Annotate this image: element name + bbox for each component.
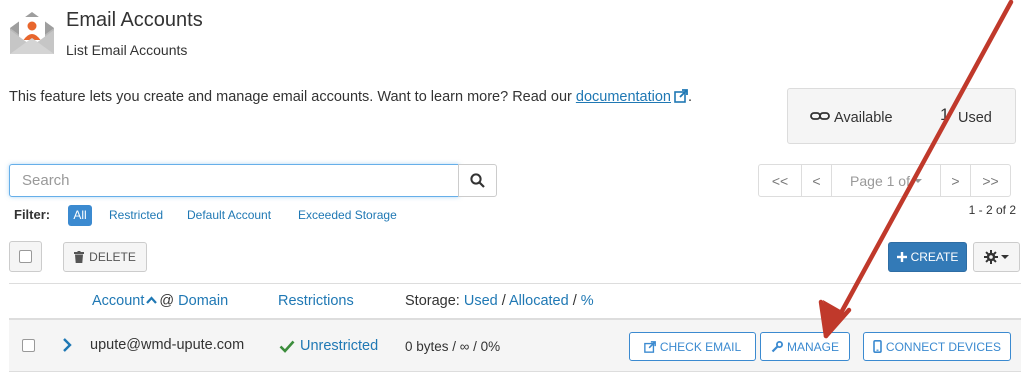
result-range: 1 - 2 of 2 (968, 203, 1016, 217)
page-first-button[interactable]: << (758, 164, 802, 197)
sort-domain[interactable]: Domain (178, 293, 228, 309)
external-link-icon (643, 340, 656, 353)
page-select[interactable]: Page 1 of (831, 164, 941, 197)
at-sign: @ (159, 293, 175, 309)
sort-account[interactable]: Account (92, 293, 144, 309)
storage-usage: 0 bytes / ∞ / 0% (405, 339, 501, 354)
select-all-checkbox[interactable] (9, 241, 42, 272)
row-checkbox[interactable] (22, 339, 35, 352)
account-email: upute@wmd-upute.com (90, 337, 245, 353)
stat-available: Available (810, 110, 893, 126)
filter-exceeded-storage[interactable]: Exceeded Storage (298, 205, 397, 226)
checkbox-box (19, 250, 32, 263)
create-button[interactable]: CREATE (888, 242, 967, 272)
documentation-link[interactable]: documentation (576, 89, 671, 105)
feature-description: This feature lets you create and manage … (9, 89, 692, 105)
manage-button[interactable]: MANAGE (760, 332, 850, 361)
description-text: This feature lets you create and manage … (9, 89, 576, 105)
page-next-button[interactable]: > (940, 164, 971, 197)
sort-storage-used[interactable]: Used (464, 293, 498, 309)
filter-restricted[interactable]: Restricted (109, 205, 163, 226)
sort-storage-allocated[interactable]: Allocated (509, 293, 569, 309)
page-subtitle: List Email Accounts (66, 42, 188, 58)
manage-label: MANAGE (786, 339, 839, 354)
stat-used-count: 1 (940, 105, 950, 124)
column-header-account: Account @ Domain (92, 293, 228, 309)
storage-label: Storage: (405, 293, 460, 309)
search-icon (470, 173, 485, 188)
sort-storage-percent[interactable]: % (581, 293, 594, 309)
wrench-icon (771, 340, 783, 352)
plus-icon (896, 252, 907, 262)
chevron-down-icon (1001, 255, 1009, 259)
link-icon (810, 112, 830, 120)
table-row: upute@wmd-upute.com Unrestricted 0 bytes… (9, 320, 1021, 372)
create-label: CREATE (910, 250, 959, 264)
trash-icon (74, 251, 85, 263)
check-email-button[interactable]: CHECK EMAIL (629, 332, 756, 361)
stat-available-label: Available (834, 110, 893, 126)
stat-used-label: Used (958, 110, 992, 126)
filter-all[interactable]: All (68, 205, 92, 226)
search-input[interactable] (9, 164, 459, 197)
filter-label: Filter: (14, 207, 51, 222)
checkmark-icon (279, 340, 295, 353)
chevron-right-icon[interactable] (61, 336, 73, 354)
page-title: Email Accounts (66, 9, 203, 31)
mobile-phone-icon (873, 340, 882, 353)
account-stats-panel: Available 1 Used (787, 88, 1016, 144)
connect-devices-label: CONNECT DEVICES (885, 339, 1002, 354)
delete-label: DELETE (89, 250, 136, 264)
column-header-storage: Storage: Used / Allocated / % (405, 293, 594, 309)
page-prev-button[interactable]: < (801, 164, 832, 197)
filter-default-account[interactable]: Default Account (187, 205, 271, 226)
storage-separator: / (501, 293, 506, 309)
check-email-label: CHECK EMAIL (659, 339, 742, 354)
external-link-icon[interactable] (674, 89, 688, 103)
sort-ascending-icon (146, 296, 158, 304)
delete-button[interactable]: DELETE (63, 242, 147, 272)
connect-devices-button[interactable]: CONNECT DEVICES (863, 332, 1011, 361)
column-header-restrictions[interactable]: Restrictions (278, 293, 354, 309)
email-envelope-icon (10, 12, 54, 54)
search-button[interactable] (458, 164, 497, 197)
settings-button[interactable] (973, 242, 1020, 272)
page-last-button[interactable]: >> (970, 164, 1011, 197)
pagination: << < Page 1 of > >> (758, 164, 1011, 197)
description-trailing: . (688, 89, 693, 105)
restriction-status-link[interactable]: Unrestricted (300, 338, 378, 354)
chevron-down-icon (913, 178, 922, 183)
storage-separator: / (572, 293, 577, 309)
gear-icon (984, 250, 998, 264)
table-divider (9, 283, 1021, 284)
page-select-label: Page 1 of (850, 172, 910, 189)
